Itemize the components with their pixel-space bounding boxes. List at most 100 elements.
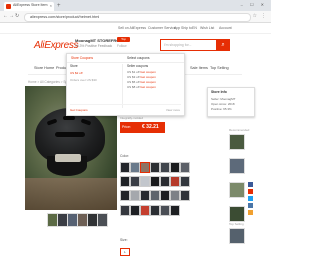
- coupon-tab-store[interactable]: Store Coupons: [71, 56, 93, 60]
- coupon-row[interactable]: US $3 off Get coupon: [127, 75, 156, 79]
- coupon-divider: [122, 64, 123, 108]
- color-swatch[interactable]: [140, 176, 150, 187]
- color-swatch[interactable]: [130, 190, 140, 201]
- color-swatch[interactable]: [150, 190, 160, 201]
- pinterest-icon[interactable]: [248, 189, 253, 194]
- color-swatch[interactable]: [150, 205, 160, 216]
- twitter-icon[interactable]: [248, 196, 253, 201]
- coupon-row-link[interactable]: Get coupon: [140, 85, 156, 89]
- size-label: Size:: [120, 238, 128, 242]
- product-thumbnail[interactable]: [97, 213, 108, 227]
- store-popup-row: Open since: 2018: [211, 102, 235, 106]
- tab-close-icon[interactable]: ×: [50, 3, 52, 8]
- top-link-account[interactable]: Account: [219, 26, 232, 30]
- follow-link[interactable]: Follow: [117, 44, 127, 48]
- store-info-popup: Store Info Seller: MoonagMT Open since: …: [207, 87, 255, 117]
- top-link-ship[interactable]: Ship to: [181, 26, 192, 30]
- bookmark-star-icon[interactable]: ☆: [253, 13, 257, 19]
- color-swatch[interactable]: [120, 176, 130, 187]
- coupon-row-link[interactable]: Get coupon: [140, 70, 156, 74]
- top-link-sell[interactable]: Sell on AliExpress: [118, 26, 146, 30]
- color-label: Color:: [120, 154, 130, 158]
- size-option[interactable]: L: [120, 248, 130, 256]
- color-swatch[interactable]: [130, 176, 140, 187]
- price-label: Price:: [122, 125, 131, 129]
- top-brand-badge: Top Brand: [117, 37, 130, 46]
- color-swatch[interactable]: [130, 205, 140, 216]
- color-swatch[interactable]: [170, 205, 180, 216]
- aliexpress-logo[interactable]: AliExpress: [34, 40, 79, 51]
- address-url: aliexpress.com/store/product/helmet.html: [30, 14, 100, 19]
- coupon-row[interactable]: US $5 off Get coupon: [127, 80, 156, 84]
- helmet-lens: [55, 154, 81, 162]
- view-more-link[interactable]: View more: [166, 108, 180, 112]
- store-nav-sale[interactable]: Sale Items: [190, 66, 208, 70]
- new-tab-button[interactable]: +: [57, 2, 61, 10]
- top-link-lang[interactable]: EN: [192, 26, 197, 30]
- price-box: Price: € 32.21: [120, 122, 165, 133]
- get-coupons-link[interactable]: Get Coupons: [70, 108, 88, 112]
- coupon-tab-select[interactable]: Select coupons: [127, 56, 150, 60]
- coupon-row-link[interactable]: Get coupon: [140, 75, 156, 79]
- color-swatch[interactable]: [140, 205, 150, 216]
- color-swatch[interactable]: [150, 162, 160, 173]
- browser-tab[interactable]: AliExpress Store Item ×: [4, 2, 54, 11]
- recommended-item-image[interactable]: [229, 182, 245, 198]
- color-swatch[interactable]: [170, 190, 180, 201]
- helmet-vent: [63, 116, 75, 120]
- helmet-vent: [80, 118, 92, 126]
- coupon-condition: Orders over US $30: [70, 78, 97, 82]
- top-link-app[interactable]: App: [174, 26, 180, 30]
- top-link-service[interactable]: Customer Service: [148, 26, 176, 30]
- color-swatch[interactable]: [170, 176, 180, 187]
- recommended-item-image[interactable]: [229, 206, 245, 222]
- store-popup-row: Positive: 95.3%: [211, 107, 232, 111]
- color-swatch[interactable]: [120, 190, 130, 201]
- recommended-item-image[interactable]: [229, 228, 245, 244]
- favicon-icon: [6, 4, 11, 9]
- color-swatch[interactable]: [170, 162, 180, 173]
- price-value: € 32.21: [142, 124, 159, 130]
- search-button[interactable]: ⌕: [216, 39, 230, 51]
- recommended-item-image[interactable]: [229, 158, 245, 174]
- color-swatch[interactable]: [120, 205, 130, 216]
- coupon-row[interactable]: US $1 off Get coupon: [127, 70, 156, 74]
- coupon-row-link[interactable]: Get coupon: [140, 80, 156, 84]
- helmet-vent: [55, 132, 85, 137]
- search-placeholder: I'm shopping for...: [164, 42, 192, 47]
- sidebar-label: Recommended: [229, 128, 250, 132]
- color-swatch[interactable]: [150, 176, 160, 187]
- coupon-row-label: US $1 off: [127, 70, 140, 74]
- color-swatch[interactable]: [140, 190, 150, 201]
- reload-icon[interactable]: ↻: [15, 13, 19, 20]
- color-swatch[interactable]: [130, 162, 140, 173]
- color-swatch[interactable]: [180, 176, 190, 187]
- share-icon[interactable]: [248, 210, 253, 215]
- color-swatch[interactable]: [160, 205, 170, 216]
- color-swatch[interactable]: [160, 190, 170, 201]
- store-nav-home[interactable]: Store Home: [34, 66, 54, 70]
- coupon-separator: [70, 104, 181, 105]
- color-swatch[interactable]: [180, 190, 190, 201]
- forward-icon[interactable]: →: [9, 13, 14, 20]
- store-popup-row: Seller: MoonagMT: [211, 97, 236, 101]
- recommended-item-image[interactable]: [229, 134, 245, 150]
- vk-icon[interactable]: [248, 203, 253, 208]
- facebook-icon[interactable]: [248, 182, 253, 187]
- address-bar[interactable]: aliexpress.com/store/product/helmet.html: [24, 13, 251, 22]
- color-swatch[interactable]: [120, 162, 130, 173]
- top-link-wishlist[interactable]: Wish List: [200, 26, 214, 30]
- window-controls[interactable]: – ☐ ✕: [241, 2, 267, 7]
- color-swatch-selected[interactable]: [140, 162, 150, 173]
- search-input[interactable]: I'm shopping for...: [160, 39, 217, 51]
- store-nav-top[interactable]: Top Selling: [210, 66, 229, 70]
- color-swatch[interactable]: [180, 162, 190, 173]
- coupon-row[interactable]: US $8 off Get coupon: [127, 85, 156, 89]
- color-swatch[interactable]: [160, 176, 170, 187]
- seller-coupons-header: Seller coupons: [127, 64, 149, 68]
- coupon-row-label: US $3 off: [127, 75, 140, 79]
- helmet-vent: [46, 118, 58, 126]
- browser-menu-icon[interactable]: ⋮: [261, 13, 266, 19]
- back-icon[interactable]: ←: [3, 13, 8, 20]
- color-swatch[interactable]: [160, 162, 170, 173]
